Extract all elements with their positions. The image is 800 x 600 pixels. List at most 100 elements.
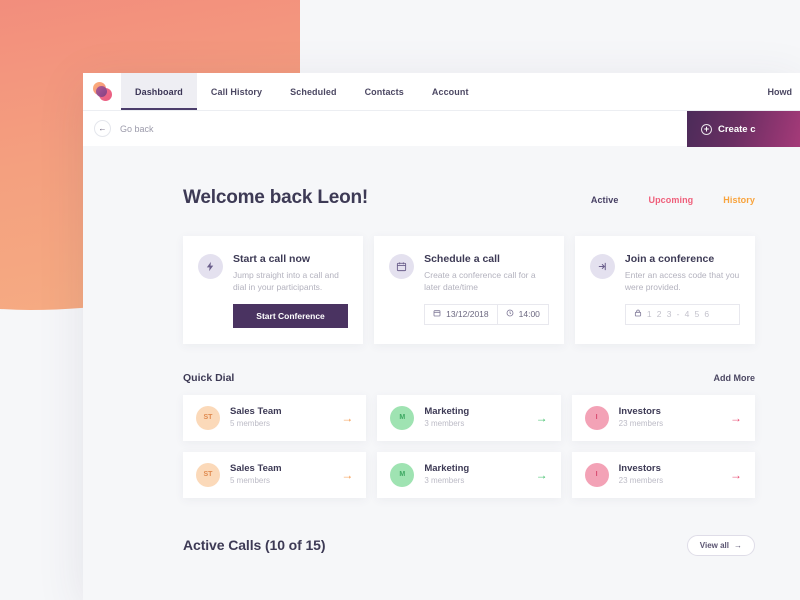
create-conference-button[interactable]: + Create c (687, 111, 800, 147)
nav-tab-contacts[interactable]: Contacts (351, 73, 418, 110)
filter-tab-upcoming[interactable]: Upcoming (648, 195, 693, 205)
overlapping-circles-logo-icon (92, 82, 112, 101)
quick-dial-item-marketing[interactable]: M Marketing 3 members → (377, 394, 561, 441)
avatar-initials: M (399, 471, 406, 479)
start-conference-button[interactable]: Start Conference (233, 303, 349, 328)
card-title: Join a conference (624, 253, 715, 265)
quick-dial-name: Marketing (424, 406, 470, 418)
avatar-initials: I (595, 414, 598, 422)
user-greeting[interactable]: Howd (768, 73, 800, 110)
card-description: Create a conference call for a later dat… (424, 270, 536, 293)
avatar: M (390, 405, 415, 430)
quick-dial-name: Marketing (424, 463, 470, 475)
create-conference-label: Create c (718, 123, 756, 135)
arrow-right-icon: → (734, 540, 742, 550)
nav-tab-label: Call History (210, 86, 263, 97)
app-window: Dashboard Call History Scheduled Contact… (83, 73, 800, 600)
quick-dial-members: 23 members (618, 475, 664, 485)
date-input[interactable]: 13/12/2018 (425, 305, 497, 324)
access-code-placeholder: 1 2 3 - 4 5 6 (646, 309, 711, 320)
quick-dial-name: Sales Team (230, 463, 282, 475)
quick-dial-item-sales-team-2[interactable]: ST Sales Team 5 members → (183, 451, 367, 498)
avatar-initials: I (595, 471, 598, 479)
quick-dial-title: Quick Dial (183, 371, 235, 384)
quick-dial-item-investors[interactable]: I Investors 23 members → (571, 394, 755, 441)
arrow-right-icon[interactable]: → (341, 412, 353, 424)
enter-door-icon (589, 254, 615, 279)
avatar: I (584, 462, 609, 487)
view-all-button[interactable]: View all → (686, 534, 755, 556)
nav-tab-account[interactable]: Account (418, 73, 483, 110)
go-back-button[interactable]: ← (94, 120, 111, 137)
arrow-right-icon[interactable]: → (341, 469, 353, 481)
arrow-right-icon[interactable]: → (536, 412, 548, 424)
quick-dial-header: Quick Dial Add More (183, 372, 755, 384)
schedule-datetime-field: 13/12/2018 14:00 (424, 303, 549, 325)
quick-dial-members: 5 members (230, 475, 271, 485)
quick-dial-members: 23 members (618, 418, 664, 428)
avatar-initials: M (399, 414, 406, 422)
avatar: M (390, 462, 415, 487)
app-logo[interactable] (83, 73, 121, 110)
quick-dial-item-marketing-2[interactable]: M Marketing 3 members → (377, 451, 561, 498)
access-code-field[interactable]: 1 2 3 - 4 5 6 (624, 303, 741, 325)
breadcrumb-bar: ← Go back + Create c (83, 110, 800, 147)
view-all-label: View all (699, 540, 729, 550)
nav-tabs: Dashboard Call History Scheduled Contact… (121, 73, 483, 110)
nav-tab-label: Scheduled (290, 86, 337, 97)
avatar: ST (196, 405, 220, 430)
action-cards-row: Start a call now Jump straight into a ca… (183, 236, 756, 344)
nav-tab-dashboard[interactable]: Dashboard (121, 73, 197, 110)
active-calls-header: Active Calls (10 of 15) View all → (183, 534, 755, 556)
go-back-label: Go back (120, 123, 154, 134)
arrow-left-icon: ← (98, 123, 107, 133)
add-more-button[interactable]: Add More (714, 373, 756, 383)
quick-dial-name: Investors (618, 406, 661, 418)
calendar-icon (389, 254, 415, 279)
call-filter-tabs: Active Upcoming History (591, 195, 755, 205)
filter-tab-active[interactable]: Active (591, 195, 619, 205)
time-input[interactable]: 14:00 (496, 304, 548, 324)
lock-icon (634, 309, 642, 319)
schedule-call-card: Schedule a call Create a conference call… (374, 236, 564, 344)
avatar-initials: ST (203, 414, 213, 422)
plus-circle-icon: + (701, 123, 712, 135)
page-title: Welcome back Leon! (183, 187, 369, 208)
arrow-right-icon[interactable]: → (730, 469, 742, 481)
top-navigation-bar: Dashboard Call History Scheduled Contact… (83, 73, 800, 110)
quick-dial-members: 3 members (424, 418, 465, 428)
arrow-right-icon[interactable]: → (536, 469, 548, 481)
user-greeting-label: Howd (767, 86, 793, 97)
main-content: Welcome back Leon! Active Upcoming Histo… (83, 146, 800, 600)
avatar: I (584, 405, 609, 430)
quick-dial-item-sales-team[interactable]: ST Sales Team 5 members → (183, 394, 367, 441)
nav-tab-label: Dashboard (135, 86, 183, 97)
quick-dial-item-investors-2[interactable]: I Investors 23 members → (571, 451, 755, 498)
active-calls-title: Active Calls (10 of 15) (183, 537, 326, 554)
quick-dial-name: Investors (618, 463, 661, 475)
avatar: ST (196, 462, 220, 487)
quick-dial-name: Sales Team (230, 406, 282, 418)
nav-tab-call-history[interactable]: Call History (197, 73, 276, 110)
lightning-bolt-icon (198, 254, 223, 279)
quick-dial-members: 3 members (424, 475, 465, 485)
card-title: Start a call now (233, 253, 311, 265)
quick-dial-grid: ST Sales Team 5 members → M Marketing 3 … (183, 394, 755, 498)
arrow-right-icon[interactable]: → (730, 412, 742, 424)
nav-tab-scheduled[interactable]: Scheduled (276, 73, 350, 110)
card-description: Enter an access code that you were provi… (624, 270, 740, 293)
avatar-initials: ST (203, 471, 213, 479)
nav-tab-label: Account (431, 86, 469, 97)
card-title: Schedule a call (424, 253, 500, 265)
card-description: Jump straight into a call and dial in yo… (233, 270, 339, 293)
filter-tab-history[interactable]: History (723, 195, 755, 205)
start-call-card: Start a call now Jump straight into a ca… (183, 236, 364, 344)
access-code-input[interactable]: 1 2 3 - 4 5 6 (626, 305, 739, 324)
time-value: 14:00 (518, 309, 540, 320)
nav-tab-label: Contacts (364, 86, 404, 97)
join-conference-card: Join a conference Enter an access code t… (574, 236, 756, 344)
clock-icon (506, 309, 514, 319)
calendar-icon (433, 309, 441, 319)
quick-dial-members: 5 members (230, 418, 271, 428)
welcome-row: Welcome back Leon! Active Upcoming Histo… (183, 187, 755, 209)
